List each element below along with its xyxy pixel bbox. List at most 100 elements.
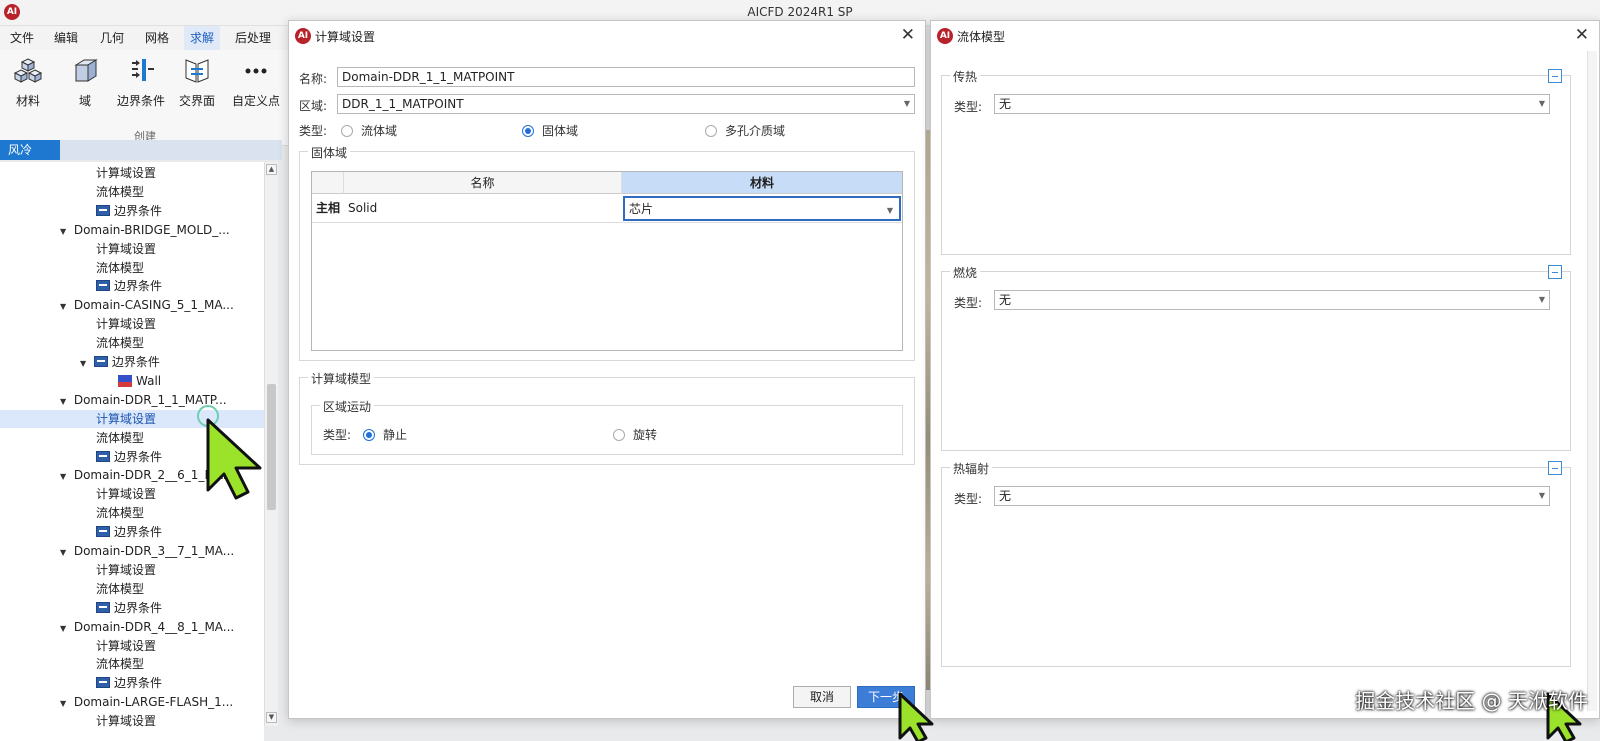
tree-item-label: 流体模型 (96, 657, 145, 672)
region-motion-group-title: 区域运动 (320, 398, 375, 415)
region-label: 区域: (299, 99, 328, 113)
tree-item[interactable]: 边界条件 (96, 599, 162, 617)
tree-item-label: 边界条件 (114, 676, 163, 691)
tree-item[interactable]: 计算域设置 (96, 712, 156, 730)
boundary-condition-button[interactable]: 边界条件 (115, 56, 167, 114)
tree-item-label: 流体模型 (96, 581, 145, 596)
expand-arrow-icon[interactable]: ▼ (60, 298, 70, 316)
tree-item-label: 计算域设置 (96, 411, 157, 426)
tree-item[interactable]: 流体模型 (96, 334, 144, 352)
region-value: DDR_1_1_MATPOINT (342, 97, 464, 111)
column-header-name[interactable]: 名称 (344, 172, 622, 194)
domain-label: 域 (78, 94, 91, 108)
domain-model-group-title: 计算域模型 (308, 370, 375, 387)
radio-solid-domain[interactable]: 固体域 (522, 122, 578, 139)
tree-domain-node[interactable]: ▼ Domain-LARGE-FLASH_1... (60, 693, 233, 711)
tree-item[interactable]: 计算域设置 (96, 561, 156, 579)
table-row-divider (312, 222, 902, 223)
chevron-down-icon: ▼ (886, 206, 893, 215)
menu-mesh[interactable]: 网格 (139, 26, 175, 50)
radio-porous-label: 多孔介质域 (725, 124, 786, 138)
expand-arrow-icon[interactable]: ▼ (80, 355, 90, 373)
name-field[interactable]: Domain-DDR_1_1_MATPOINT (337, 67, 915, 87)
collapse-icon[interactable] (1548, 265, 1562, 279)
collapse-icon[interactable] (1548, 461, 1562, 475)
domain-button[interactable]: 域 (59, 56, 111, 114)
tree-item[interactable]: 计算域设置 (96, 164, 156, 182)
expand-arrow-icon[interactable]: ▼ (60, 544, 70, 562)
radiation-type-dropdown[interactable]: 无 ▼ (994, 486, 1550, 506)
close-icon[interactable]: ✕ (1575, 25, 1589, 45)
chevron-down-icon: ▼ (1538, 491, 1545, 500)
tree-item[interactable]: 边界条件 (96, 448, 162, 466)
dialog-title: 计算域设置 (315, 30, 376, 44)
boundary-condition-icon (96, 601, 110, 613)
tree-domain-node[interactable]: ▼ Domain-DDR_3__7_1_MA... (60, 542, 234, 560)
combustion-type-value: 无 (999, 293, 1012, 307)
tree-item[interactable]: 边界条件 (96, 277, 162, 295)
tree-domain-node[interactable]: ▼ Domain-BRIDGE_MOLD_... (60, 221, 230, 239)
tree-item[interactable]: 流体模型 (96, 259, 144, 277)
tree-item-label: Domain-DDR_4__8_1_MA... (73, 619, 235, 634)
collapse-icon[interactable] (1548, 69, 1562, 83)
boundary-condition-label: 边界条件 (116, 94, 165, 108)
tab-air-cooling[interactable]: 风冷 (0, 140, 60, 160)
radio-icon (341, 125, 353, 137)
heat-transfer-type-label: 类型: (954, 100, 983, 114)
row-name-cell[interactable]: Solid (344, 195, 622, 221)
tree-item[interactable]: 计算域设置 (96, 240, 156, 258)
chevron-down-icon: ▼ (1538, 295, 1545, 304)
tree-item[interactable]: 边界条件 (96, 674, 162, 692)
boundary-condition-icon (96, 677, 110, 689)
radio-stationary[interactable]: 静止 (363, 426, 407, 443)
interface-icon (185, 59, 209, 83)
tree-item[interactable]: 流体模型 (96, 183, 144, 201)
menu-geometry[interactable]: 几何 (94, 26, 130, 50)
tree-item[interactable]: 计算域设置 (96, 637, 156, 655)
radio-rotating[interactable]: 旋转 (613, 426, 657, 443)
tree-item-label: 边界条件 (114, 449, 163, 464)
expand-arrow-icon[interactable]: ▼ (60, 468, 70, 486)
expand-arrow-icon[interactable]: ▼ (60, 223, 70, 241)
menu-solve[interactable]: 求解 (184, 26, 221, 50)
table-corner (312, 172, 344, 194)
tree-item[interactable]: 边界条件 (96, 523, 162, 541)
tree-item[interactable]: 计算域设置 (96, 485, 156, 503)
menu-file[interactable]: 文件 (4, 26, 40, 50)
tree-item-label: 边界条件 (114, 203, 163, 218)
tree-item[interactable]: Wall (118, 372, 161, 390)
tree-item[interactable]: 流体模型 (96, 655, 144, 673)
expand-arrow-icon[interactable]: ▼ (60, 620, 70, 638)
close-icon[interactable]: ✕ (901, 25, 915, 45)
cancel-button[interactable]: 取消 (793, 686, 851, 708)
interface-button[interactable]: 交界面 (171, 56, 223, 114)
materials-button[interactable]: 材料 (2, 56, 54, 114)
tree-domain-node[interactable]: ▼ Domain-CASING_5_1_MA... (60, 296, 234, 314)
heat-transfer-title: 传热 (950, 68, 981, 85)
tree-item[interactable]: 计算域设置 (96, 315, 156, 333)
domain-settings-dialog: AI 计算域设置 ✕ 名称: Domain-DDR_1_1_MATPOINT 区… (288, 20, 926, 719)
tree-item[interactable]: 边界条件 (96, 202, 162, 220)
tree-item[interactable]: ▼ 边界条件 (80, 353, 160, 371)
radio-fluid-domain[interactable]: 流体域 (341, 122, 397, 139)
material-dropdown[interactable]: 芯片 ▼ (623, 196, 901, 221)
scroll-down-icon[interactable]: ▼ (266, 712, 277, 723)
expand-arrow-icon[interactable]: ▼ (60, 695, 70, 713)
expand-arrow-icon[interactable]: ▼ (60, 393, 70, 411)
tree-item[interactable]: 流体模型 (96, 580, 144, 598)
custom-point-button[interactable]: 自定义点 (230, 56, 282, 114)
fluid-dialog-scrollbar[interactable] (1587, 51, 1597, 711)
tree-domain-node[interactable]: ▼ Domain-DDR_4__8_1_MA... (60, 618, 234, 636)
heat-transfer-type-dropdown[interactable]: 无 ▼ (994, 94, 1550, 114)
tree-item[interactable]: 流体模型 (96, 429, 144, 447)
radio-porous-domain[interactable]: 多孔介质域 (705, 122, 785, 139)
combustion-type-dropdown[interactable]: 无 ▼ (994, 290, 1550, 310)
region-dropdown[interactable]: DDR_1_1_MATPOINT ▼ (337, 94, 915, 114)
scroll-up-icon[interactable]: ▲ (266, 164, 277, 175)
tree-item[interactable]: 流体模型 (96, 504, 144, 522)
menu-edit[interactable]: 编辑 (48, 26, 84, 50)
type-label: 类型: (299, 124, 328, 138)
menu-postprocess[interactable]: 后处理 (229, 26, 277, 50)
column-header-material[interactable]: 材料 (622, 172, 902, 194)
boundary-condition-icon (93, 356, 108, 367)
